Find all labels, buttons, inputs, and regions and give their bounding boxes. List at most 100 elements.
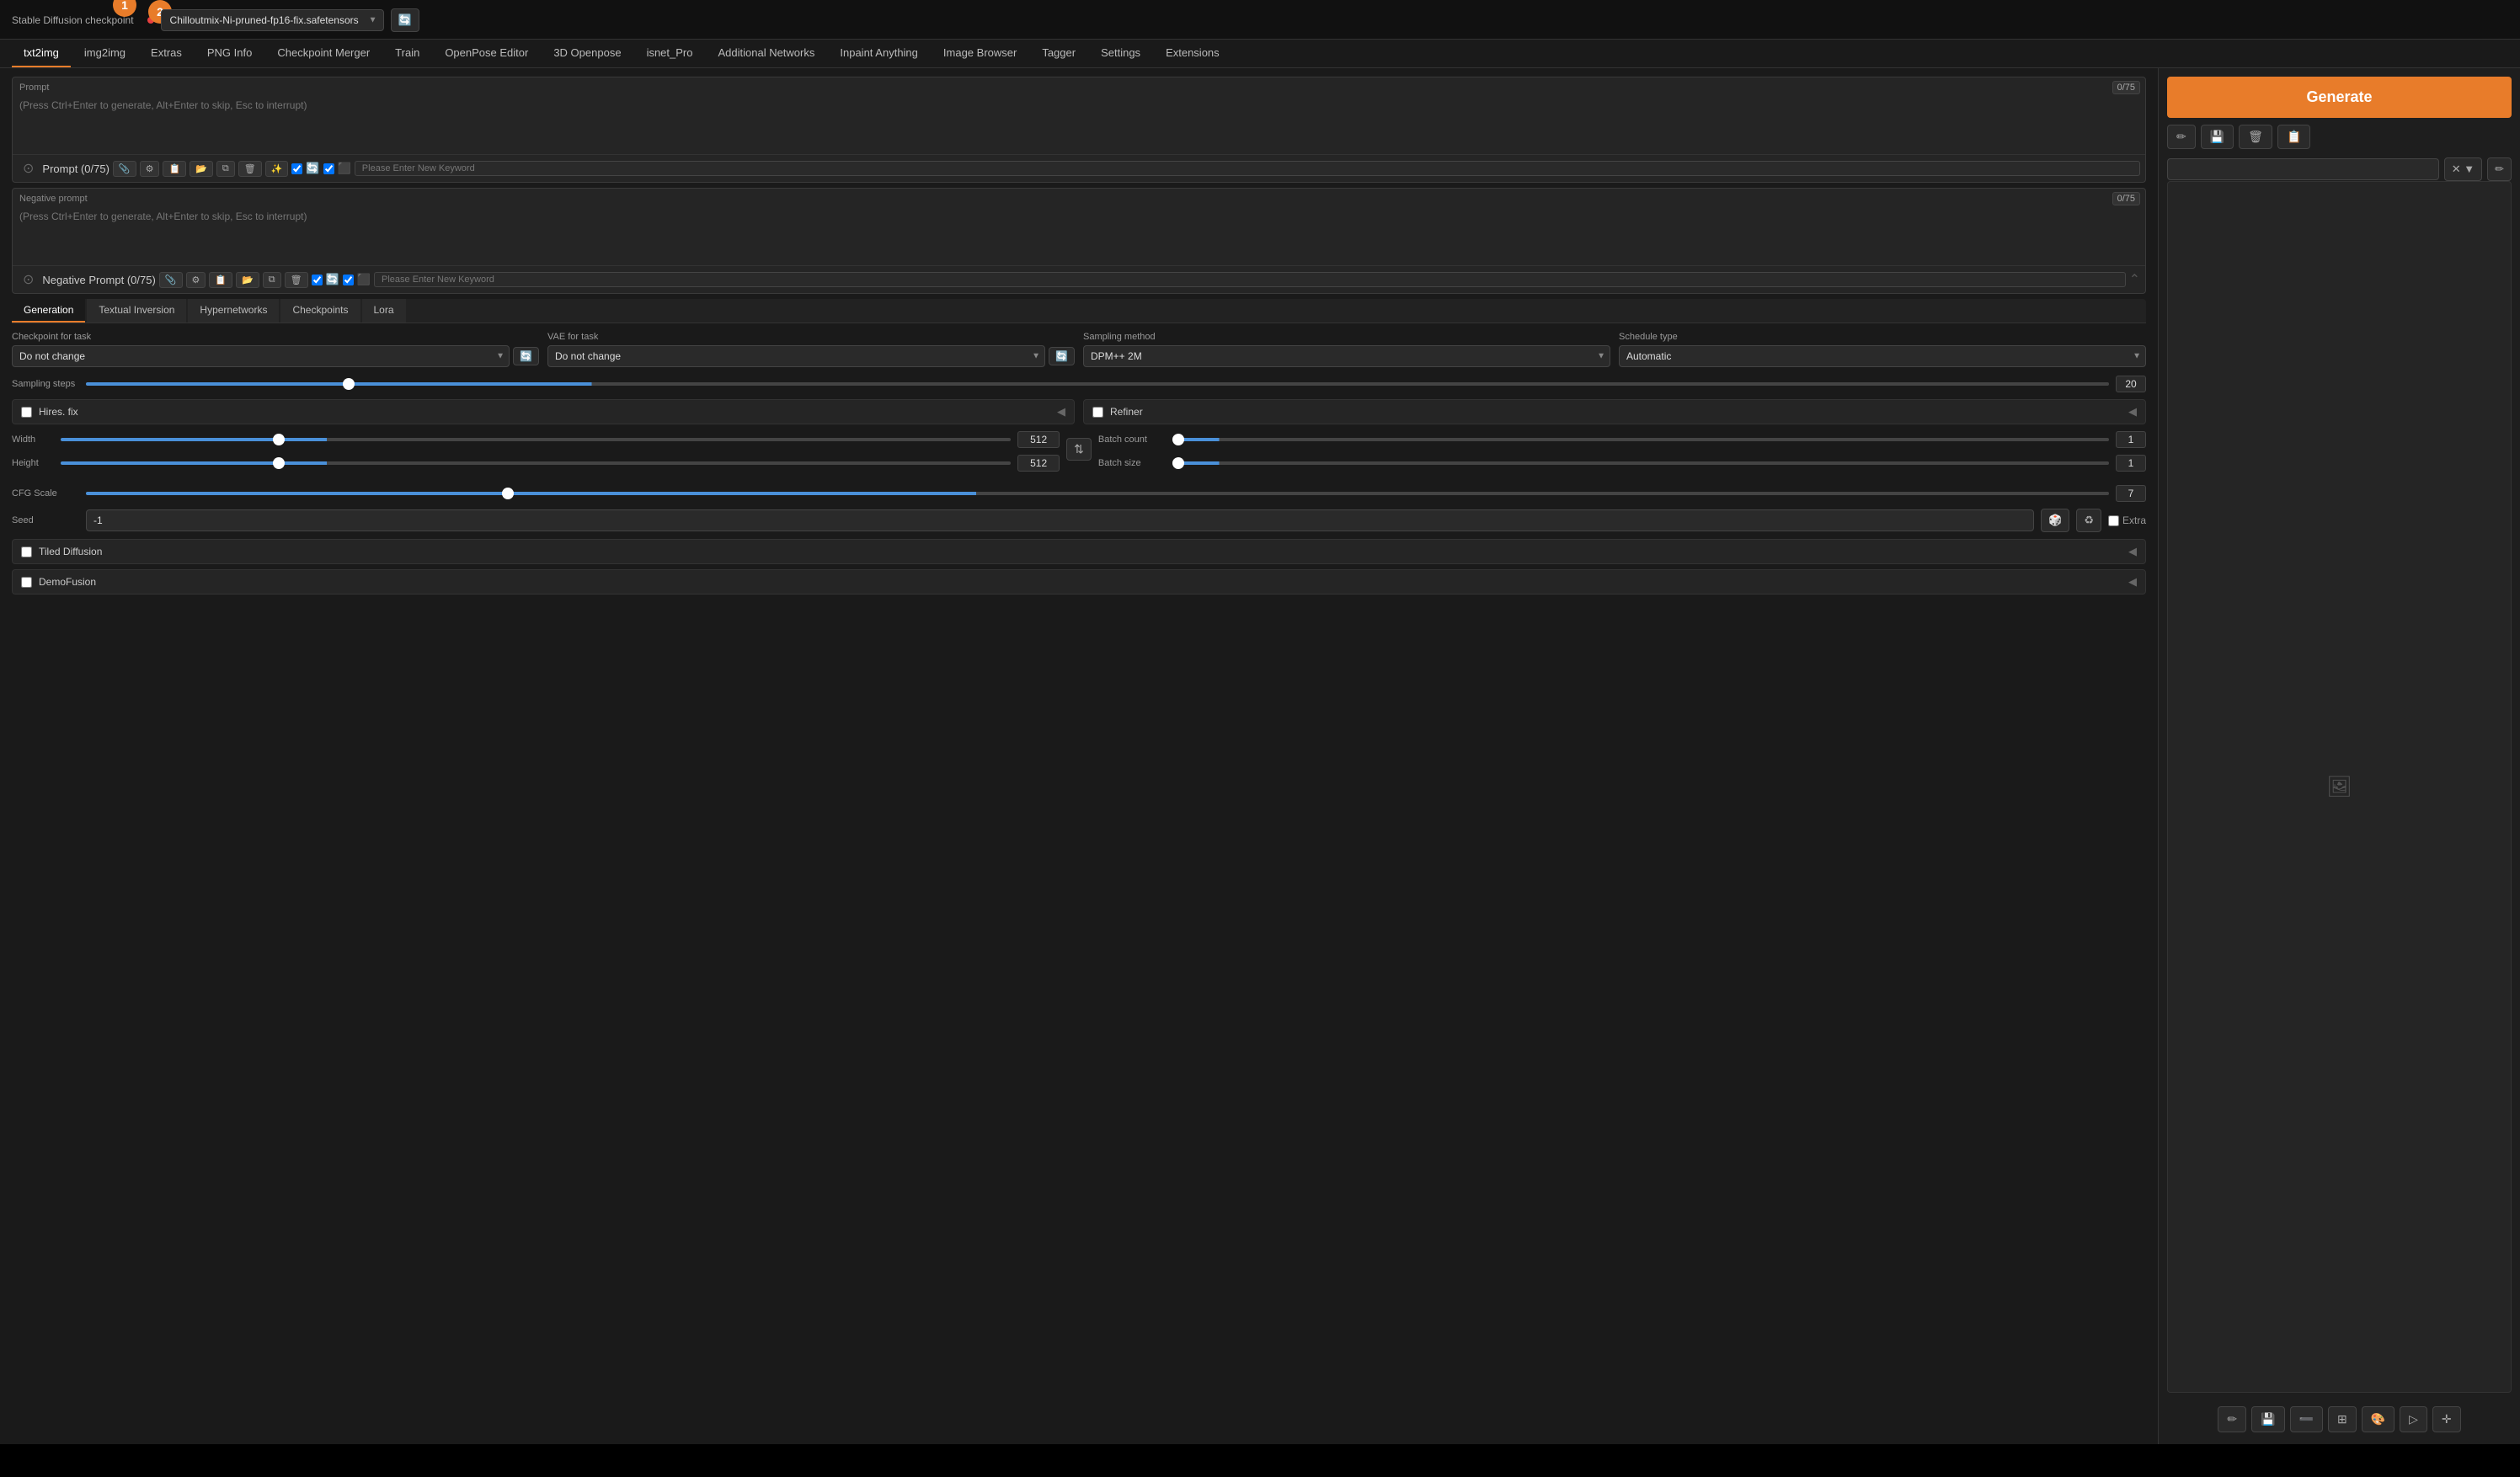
prompt-textarea[interactable] [13,93,2145,152]
tab-extensions[interactable]: Extensions [1154,40,1231,67]
subtab-hypernetworks[interactable]: Hypernetworks [188,299,279,323]
prompt-token-display: (0/75) [81,163,109,175]
swap-dimensions-button[interactable]: ⇅ [1066,438,1092,461]
negative-checkbox2[interactable] [343,275,354,285]
width-slider[interactable] [61,438,1011,441]
prompt-paste-btn[interactable]: 📋 [163,161,186,177]
prompt-copy2-btn[interactable]: ⧉ [216,161,235,177]
style-input[interactable] [2167,158,2439,180]
refiner-checkbox[interactable] [1092,407,1103,418]
negative-prompt-collapse-btn[interactable]: ⊙ [18,269,39,290]
negative-prompt-textarea[interactable] [13,204,2145,263]
sampling-steps-slider[interactable] [86,382,2109,386]
style-close-btn[interactable]: ✕ ▼ [2444,157,2482,181]
negative-checkbox1[interactable] [312,275,323,285]
batch-column: Batch count 1 Batch size 1 [1098,431,2146,472]
generate-button[interactable]: Generate [2167,77,2512,118]
action-save-btn[interactable]: 💾 [2201,125,2234,149]
prompt-clip-btn[interactable]: 📎 [113,161,136,177]
height-label: Height [12,458,54,468]
negative-load-btn[interactable]: 📂 [236,272,259,288]
prompt-trash-btn[interactable]: 🗑 [238,161,262,177]
sampling-method-select[interactable]: DPM++ 2M Euler a Euler LMS Heun DPM2 [1083,345,1610,367]
sampling-steps-value: 20 [2116,376,2146,392]
action-copy-btn[interactable]: 📋 [2277,125,2310,149]
batch-size-slider[interactable] [1172,461,2109,465]
tab-train[interactable]: Train [383,40,431,67]
seed-extra-checkbox[interactable] [2108,515,2119,526]
subtab-textual-inversion[interactable]: Textual Inversion [87,299,186,323]
refiner-section[interactable]: Refiner ◀ [1083,399,2146,424]
bottom-color-btn[interactable]: 🎨 [2362,1406,2395,1432]
action-sketch-btn[interactable]: ✏ [2167,125,2196,149]
wh-column: Width 512 Height 512 [12,431,1060,478]
seed-recycle-btn[interactable]: ♻ [2076,509,2101,532]
negative-copy2-btn[interactable]: ⧉ [263,272,281,288]
tab-inpaint-anything[interactable]: Inpaint Anything [828,40,930,67]
bottom-select-btn[interactable]: ▷ [2400,1406,2427,1432]
demo-fusion-row[interactable]: DemoFusion ◀ [12,569,2146,595]
prompt-keyword-input[interactable] [355,161,2140,176]
checkpoint-for-task-select[interactable]: Do not change [12,345,510,367]
tab-image-browser[interactable]: Image Browser [932,40,1028,67]
subtab-lora[interactable]: Lora [362,299,406,323]
bottom-minus-btn[interactable]: ➖ [2290,1406,2323,1432]
tab-openpose-editor[interactable]: OpenPose Editor [433,40,540,67]
bottom-grid-btn[interactable]: ⊞ [2328,1406,2357,1432]
negative-collapse-arrow[interactable]: ⌃ [2129,271,2140,288]
checkpoint-refresh-button[interactable]: 🔄 [391,8,419,32]
negative-clip-btn[interactable]: 📎 [159,272,183,288]
tab-3d-openpose[interactable]: 3D Openpose [542,40,633,67]
vae-for-task-select[interactable]: Do not change [547,345,1045,367]
prompt-collapse-btn[interactable]: ⊙ [18,158,39,179]
tab-additional-networks[interactable]: Additional Networks [706,40,826,67]
negative-trash-btn[interactable]: 🗑 [285,272,308,288]
tab-extras[interactable]: Extras [139,40,194,67]
tab-tagger[interactable]: Tagger [1030,40,1087,67]
height-value: 512 [1017,455,1060,472]
style-input-row: ✕ ▼ ✏ [2167,157,2512,181]
width-label: Width [12,435,54,445]
prompt-checkbox1[interactable] [291,163,302,174]
refiner-arrow-icon: ◀ [2128,405,2137,419]
tab-checkpoint-merger[interactable]: Checkpoint Merger [265,40,382,67]
prompt-settings-btn[interactable]: ⚙ [140,161,160,177]
prompt-load-btn[interactable]: 📂 [190,161,213,177]
tab-isnet-pro[interactable]: isnet_Pro [635,40,705,67]
seed-label: Seed [12,515,79,525]
seed-reset-btn[interactable]: 🎲 [2041,509,2069,532]
style-edit-btn[interactable]: ✏ [2487,157,2512,181]
prompt-icon2: ⬛ [338,162,351,175]
checkpoint-for-task-refresh-btn[interactable]: 🔄 [513,347,539,365]
batch-count-slider[interactable] [1172,438,2109,441]
negative-paste-btn[interactable]: 📋 [209,272,232,288]
tiled-diffusion-checkbox[interactable] [21,547,32,557]
bottom-save-btn[interactable]: 💾 [2251,1406,2284,1432]
tab-png-info[interactable]: PNG Info [195,40,264,67]
vae-for-task-refresh-btn[interactable]: 🔄 [1049,347,1075,365]
right-panel: Generate ✏ 💾 🗑 📋 ✕ ▼ ✏ 🖼 ✏ 💾 ➖ ⊞ 🎨 ▷ ✛ [2158,68,2520,1444]
hires-fix-checkbox[interactable] [21,407,32,418]
checkpoint-select[interactable]: Chilloutmix-Ni-pruned-fp16-fix.safetenso… [161,9,384,31]
seed-input[interactable] [86,509,2034,531]
height-slider[interactable] [61,461,1011,465]
tiled-diffusion-row[interactable]: Tiled Diffusion ◀ [12,539,2146,564]
negative-settings-btn[interactable]: ⚙ [186,272,206,288]
schedule-type-select[interactable]: Automatic Karras Exponential Polyexponen… [1619,345,2146,367]
negative-keyword-input[interactable] [374,272,2126,287]
subtab-checkpoints[interactable]: Checkpoints [280,299,360,323]
subtab-generation[interactable]: Generation [12,299,85,323]
tab-txt2img[interactable]: txt2img [12,40,71,67]
batch-count-value: 1 [2116,431,2146,448]
sampling-steps-label: Sampling steps [12,379,79,389]
action-delete-btn[interactable]: 🗑 [2239,125,2272,149]
demo-fusion-checkbox[interactable] [21,577,32,588]
bottom-edit-btn[interactable]: ✏ [2218,1406,2246,1432]
prompt-magic-btn[interactable]: ✨ [265,161,289,177]
bottom-crosshair-btn[interactable]: ✛ [2432,1406,2461,1432]
prompt-checkbox2[interactable] [323,163,334,174]
cfg-scale-slider[interactable] [86,492,2109,495]
tab-img2img[interactable]: img2img [72,40,137,67]
hires-fix-section[interactable]: Hires. fix ◀ [12,399,1075,424]
tab-settings[interactable]: Settings [1089,40,1152,67]
